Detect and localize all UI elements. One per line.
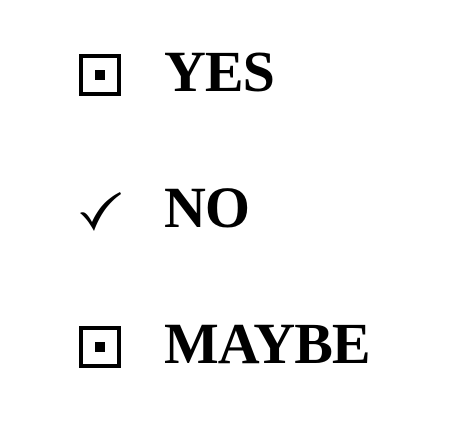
boxed-dot-icon[interactable] [78,325,122,369]
checkmark-icon[interactable] [78,189,122,233]
boxed-dot-icon[interactable] [78,53,122,97]
option-label: YES [164,39,275,104]
option-yes[interactable]: YES [0,40,454,104]
option-label: NO [164,175,250,240]
option-no[interactable]: NO [0,176,454,240]
option-label: MAYBE [164,311,371,376]
option-maybe[interactable]: MAYBE [0,312,454,376]
